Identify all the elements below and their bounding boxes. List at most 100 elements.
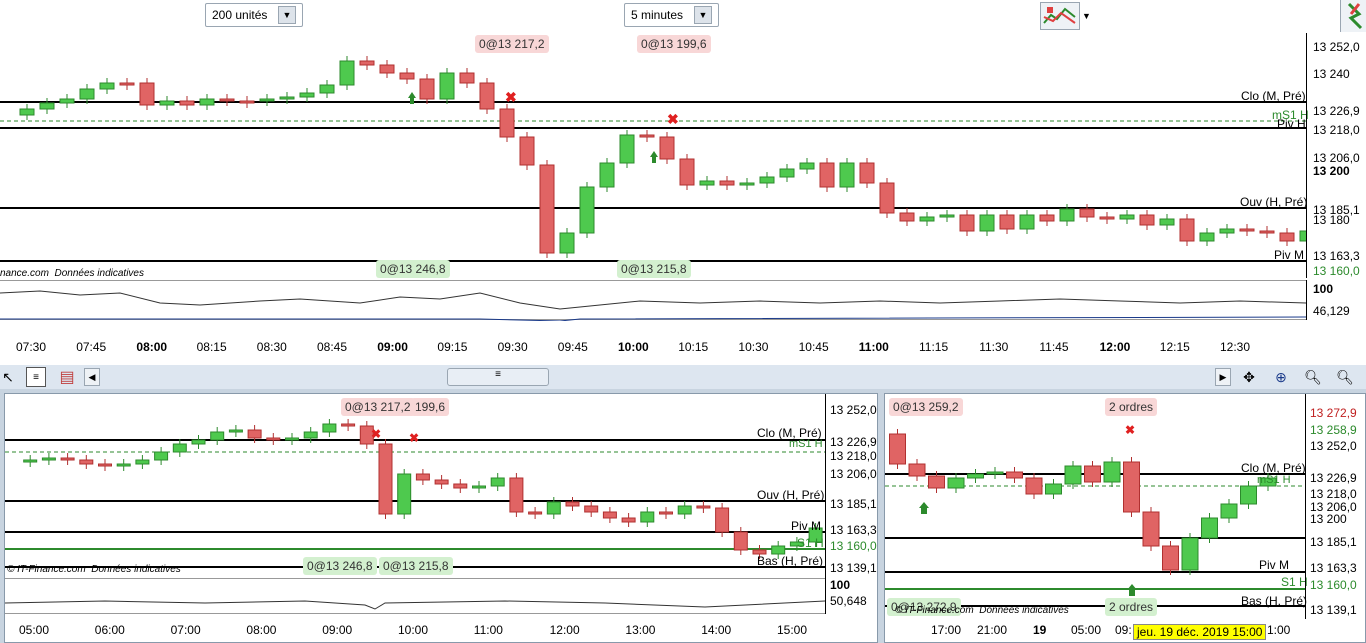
order-tag[interactable]: 0@13 199,6 xyxy=(637,35,711,53)
level-label-ouv: Ouv (H, Pré) xyxy=(1240,195,1308,209)
list-icon[interactable]: ≡ xyxy=(26,367,46,387)
candle xyxy=(219,98,235,102)
candle xyxy=(621,517,636,523)
order-tag[interactable]: 199,6 xyxy=(411,398,450,416)
price-tick-label: 13 218,0 xyxy=(1310,487,1357,501)
time-tick-label: 09:45 xyxy=(557,340,588,354)
order-tag[interactable]: 0@13 215,8 xyxy=(379,557,453,575)
time-tick-label: 11:00 xyxy=(858,340,889,354)
candle xyxy=(299,92,315,98)
cursor-tool-icon[interactable]: ↖ xyxy=(0,367,16,387)
candle xyxy=(879,182,895,214)
order-tag[interactable]: 0@13 246,8 xyxy=(376,260,450,278)
level-label: Ouv (H, Pré) xyxy=(757,488,825,502)
candle xyxy=(479,82,495,110)
candle xyxy=(599,162,615,188)
time-tick-label: 08:30 xyxy=(256,340,287,354)
order-tag[interactable]: 2 ordres xyxy=(1105,398,1158,416)
candle xyxy=(279,96,295,100)
time-tick-label: 21:00 xyxy=(977,623,1008,637)
candle xyxy=(799,162,815,170)
order-tag[interactable]: 0@13 215,8 xyxy=(617,260,691,278)
level-label: mS1 H xyxy=(1257,474,1291,486)
order-tag[interactable]: 0@13 246,8 xyxy=(303,557,377,575)
candle xyxy=(519,136,535,166)
time-tick-label: 08:00 xyxy=(136,340,168,354)
candle xyxy=(779,168,795,178)
order-tag[interactable]: 2 ordres xyxy=(1105,598,1158,616)
scroll-track[interactable]: ≡ xyxy=(101,368,1215,386)
time-tick-label: 09:00 xyxy=(322,623,353,637)
chevron-down-icon[interactable]: ▼ xyxy=(694,6,712,24)
time-tick-label: 07:00 xyxy=(170,623,201,637)
tool-scrollbar-row: ↖ ≡ ▤ ◀ ≡ ▶ ✥ ⊕ 🔍︎ 🔍︎ xyxy=(0,365,1366,389)
chevron-down-icon[interactable]: ▼ xyxy=(1082,4,1094,28)
sell-cross-icon: ✖ xyxy=(371,427,381,441)
chevron-down-icon[interactable]: ▼ xyxy=(278,6,296,24)
candle xyxy=(415,473,430,481)
buy-arrow-icon xyxy=(650,151,658,163)
candle xyxy=(199,98,215,106)
candle xyxy=(319,84,335,94)
zoom-fit-icon[interactable]: ⊕ xyxy=(1270,367,1292,387)
level-label: Piv M xyxy=(791,519,821,533)
candle xyxy=(191,439,206,445)
candle xyxy=(419,78,435,100)
time-tick-label: 10:15 xyxy=(678,340,709,354)
candle xyxy=(1240,485,1257,505)
candle xyxy=(733,531,748,551)
candle xyxy=(378,443,393,515)
bottom-right-candlestick-chart[interactable]: ✖ xyxy=(885,394,1305,619)
time-tick-label: 09: xyxy=(1115,623,1132,637)
units-select[interactable]: 200 unités ▼ xyxy=(205,3,303,27)
pan-icon[interactable]: ✥ xyxy=(1238,367,1260,387)
depth-icon[interactable]: ▤ xyxy=(56,367,78,387)
order-tag[interactable]: 0@13 259,2 xyxy=(889,398,963,416)
oscillator-axis: 100 46,129 xyxy=(1306,280,1366,320)
price-tick-label: 13 252,0 xyxy=(1313,40,1360,54)
order-tag[interactable]: 0@13 217,2 xyxy=(475,35,549,53)
candle xyxy=(98,463,112,467)
candle xyxy=(139,82,155,106)
candle xyxy=(619,134,635,164)
price-tick-label: 13 139,1 xyxy=(830,561,877,575)
candle xyxy=(116,463,131,467)
candle xyxy=(539,164,555,254)
top-candlestick-chart[interactable]: ✖✖ xyxy=(0,33,1306,278)
order-tag[interactable]: 0@13 217,2 xyxy=(341,398,415,416)
price-tick-label: 13 240 xyxy=(1313,67,1350,81)
oscillator-pane xyxy=(0,280,1307,322)
candle xyxy=(1119,214,1135,220)
candle xyxy=(1142,511,1160,547)
candle xyxy=(1045,483,1062,495)
candle xyxy=(322,423,337,433)
indicator-button[interactable] xyxy=(1040,2,1080,30)
zoom-in-icon[interactable]: 🔍︎ xyxy=(1334,367,1356,387)
candle xyxy=(135,459,150,465)
price-tick-label: 13 180 xyxy=(1313,213,1350,227)
candle xyxy=(1099,216,1115,220)
candle xyxy=(1162,545,1179,571)
price-axis[interactable]: 13 252,0 13 226,9 13 218,0 13 206,0 13 185,1… xyxy=(825,394,877,578)
zoom-out-icon[interactable]: 🔍︎ xyxy=(1302,367,1324,387)
scroll-right-icon[interactable]: ▶ xyxy=(1215,368,1231,386)
price-axis[interactable]: 13 272,9 13 258,9 13 252,0 13 226,9 13 218,0… xyxy=(1305,394,1365,619)
candle xyxy=(154,451,169,461)
time-tick-label: 09:30 xyxy=(497,340,528,354)
bottom-left-chart-panel: ✖ ✖ Clo (M, Pré) mS1 H Ouv (H, Pré) Piv M… xyxy=(4,393,878,643)
time-tick-label: 11:30 xyxy=(979,340,1009,354)
candle xyxy=(565,501,580,507)
candle xyxy=(99,82,115,90)
candle xyxy=(859,162,875,184)
price-axis[interactable]: 13 252,0 13 240 13 226,9 13 218,0 13 206,0 13… xyxy=(1306,33,1366,278)
scroll-left-icon[interactable]: ◀ xyxy=(84,368,100,386)
candle xyxy=(889,433,906,465)
bottom-left-candlestick-chart[interactable]: ✖ ✖ xyxy=(5,394,825,574)
level-label: Bas (H, Pré) xyxy=(757,554,824,568)
candle xyxy=(23,459,38,463)
candle xyxy=(1201,517,1218,539)
scroll-thumb[interactable]: ≡ xyxy=(447,368,549,386)
interval-select[interactable]: 5 minutes ▼ xyxy=(624,3,719,27)
level-label: S1 H xyxy=(797,536,824,550)
units-select-value: 200 unités xyxy=(212,8,268,22)
